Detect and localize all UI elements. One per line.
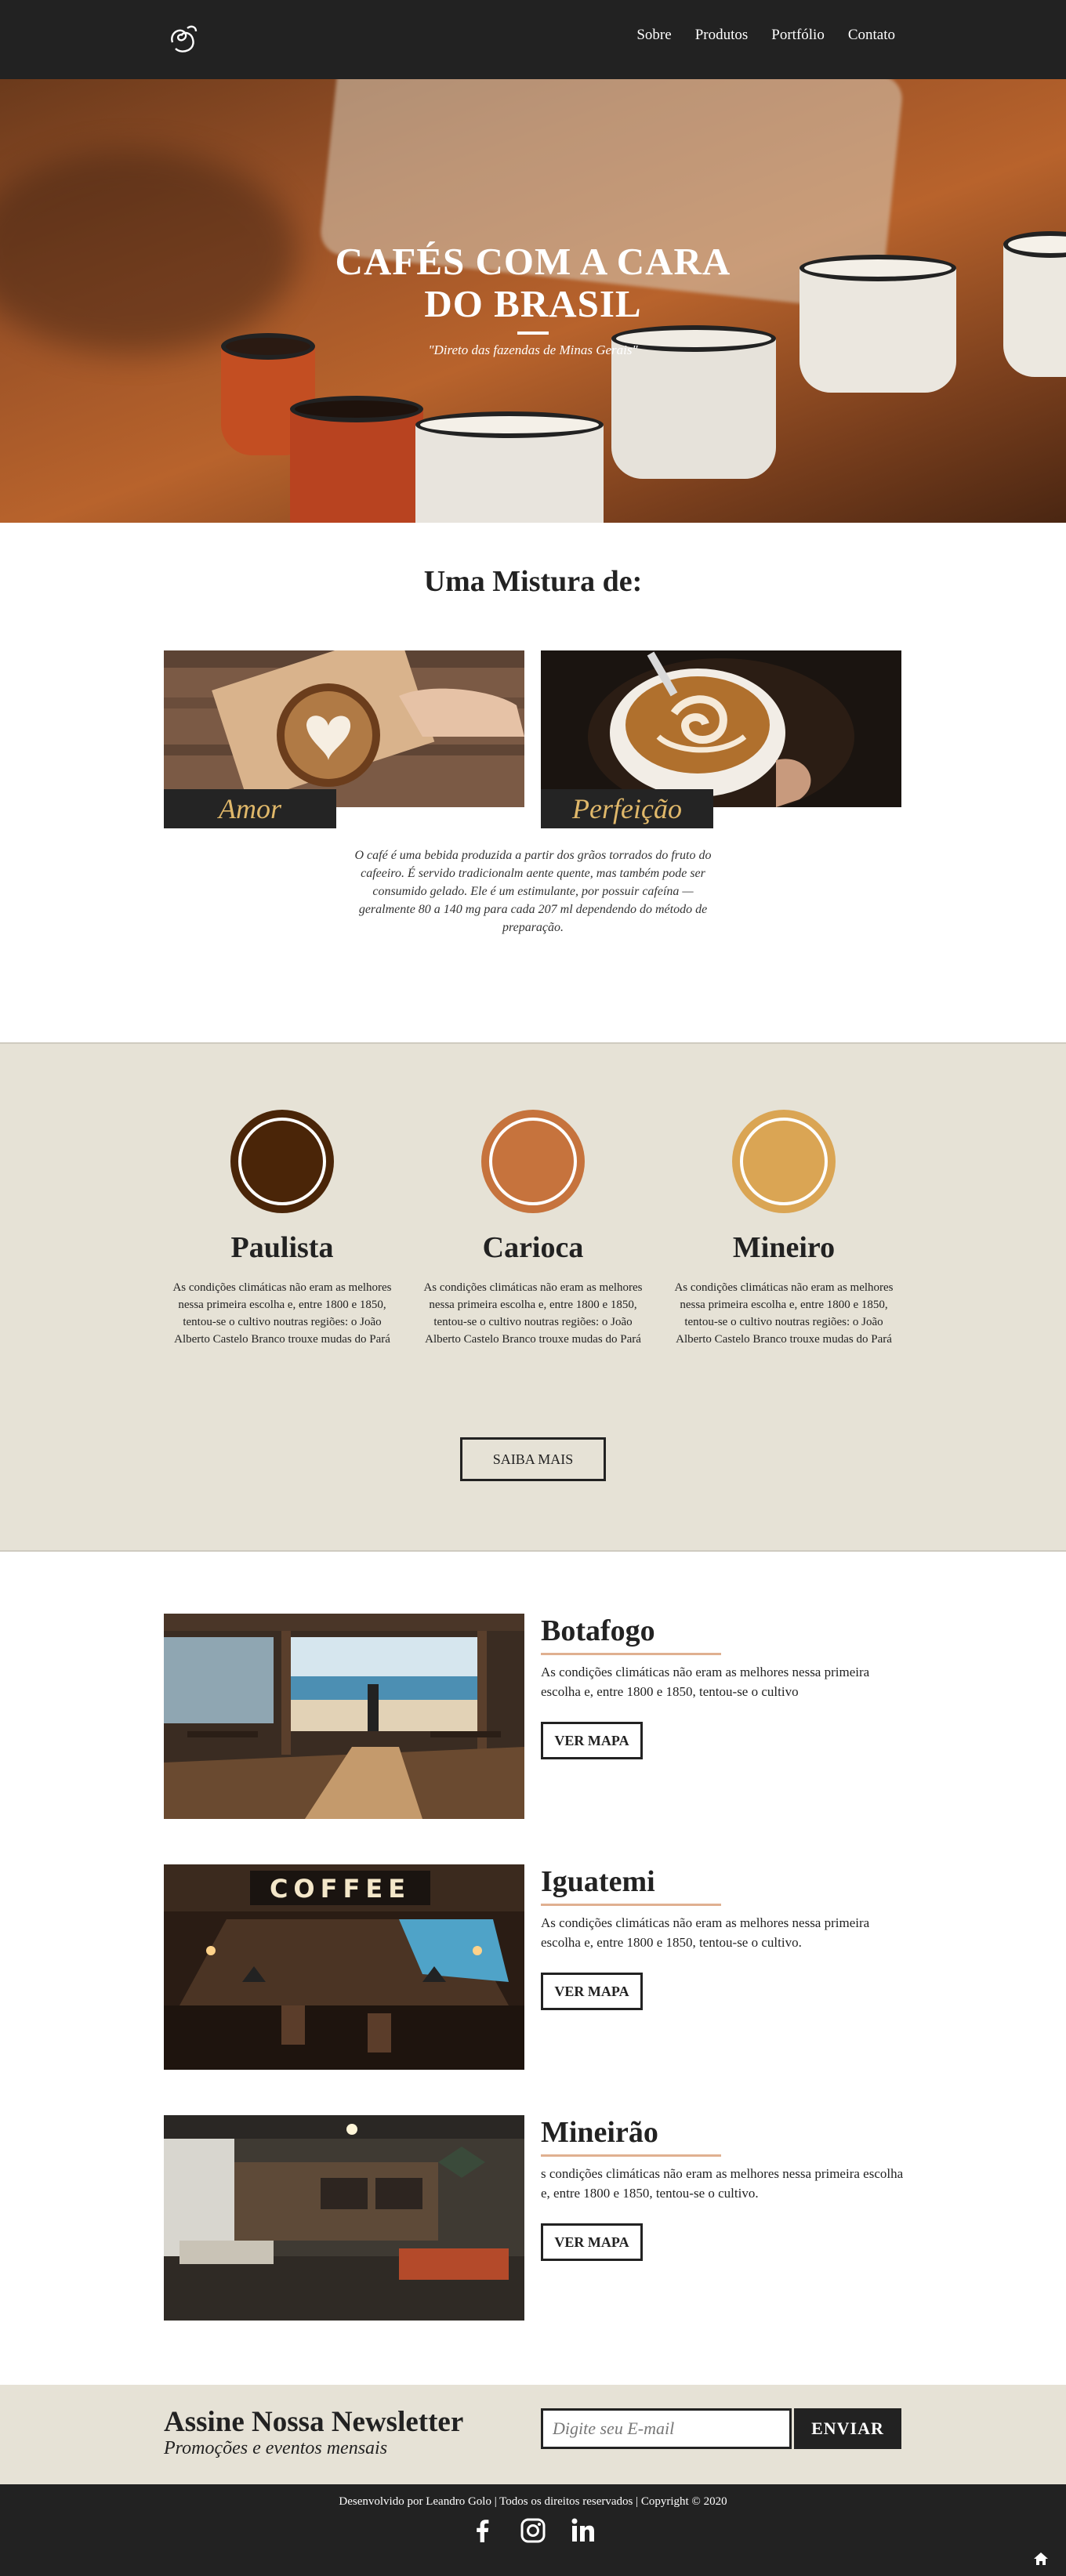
mistura-cards: Amor Perfeição bbox=[0, 629, 1066, 831]
loja-underline-mineirao bbox=[541, 2154, 721, 2157]
loja-underline-iguatemi bbox=[541, 1904, 721, 1906]
mistura-section: Uma Mistura de: Amor Perfeição O café é … bbox=[0, 523, 1066, 1042]
mistura-description: O café é uma bebida produzida a partir d… bbox=[354, 849, 712, 934]
origem-title-carioca: Carioca bbox=[482, 1231, 584, 1264]
mineiro-color-circle bbox=[732, 1110, 836, 1213]
origem-text-carioca: As condições climáticas não eram as melh… bbox=[423, 1281, 643, 1346]
loja-botafogo: Botafogo As condições climáticas não era… bbox=[164, 1614, 902, 1819]
hero-text: CAFÉS COM A CARA DO BRASIL "Direto das f… bbox=[0, 241, 1066, 358]
origem-text-mineiro: As condições climáticas não eram as melh… bbox=[674, 1281, 894, 1346]
coffee-logo-icon[interactable] bbox=[161, 19, 202, 60]
loja-mineirao: Mineirão s condições climáticas não eram… bbox=[164, 2115, 903, 2321]
origem-paulista: Paulista As condições climáticas não era… bbox=[165, 1110, 400, 1348]
top-navbar: Sobre Produtos Portfólio Contato bbox=[0, 0, 1066, 79]
botafogo-cafe-photo bbox=[164, 1614, 524, 1819]
ver-mapa-iguatemi-button[interactable]: VER MAPA bbox=[541, 1973, 643, 2010]
origem-mineiro: Mineiro As condições climáticas não eram… bbox=[666, 1110, 901, 1348]
loja-underline-botafogo bbox=[541, 1653, 721, 1655]
loja-text-mineirao: s condições climáticas não eram as melho… bbox=[541, 2166, 904, 2201]
hero-subtitle: "Direto das fazendas de Minas Gerais" bbox=[428, 342, 638, 357]
enviar-button[interactable]: ENVIAR bbox=[794, 2408, 901, 2449]
newsletter-title: Assine Nossa Newsletter bbox=[164, 2406, 464, 2438]
ver-mapa-botafogo-button[interactable]: VER MAPA bbox=[541, 1722, 643, 1759]
loja-title-iguatemi: Iguatemi bbox=[541, 1865, 655, 1898]
carioca-color-circle bbox=[481, 1110, 585, 1213]
mistura-title: Uma Mistura de: bbox=[423, 565, 643, 598]
origem-carioca: Carioca As condições climáticas não eram… bbox=[415, 1110, 651, 1348]
nav-link-portfolio[interactable]: Portfólio bbox=[771, 27, 825, 44]
newsletter-section: Assine Nossa Newsletter Promoções e even… bbox=[0, 2385, 1066, 2484]
footer-credits: Desenvolvido por Leandro Golo | Todos os… bbox=[339, 2495, 727, 2508]
hero-divider bbox=[517, 332, 549, 335]
loja-iguatemi: COFFEE Iguatemi As condições climáticas … bbox=[164, 1864, 902, 2070]
card-label-perfeicao: Perfeição bbox=[541, 789, 713, 828]
card-amor[interactable]: Amor bbox=[164, 629, 524, 828]
coffee-sign-text: COFFEE bbox=[270, 1874, 411, 1904]
paulista-circle-ring bbox=[238, 1118, 326, 1205]
hero-mug-white-2 bbox=[611, 325, 776, 479]
origem-text-paulista: As condições climáticas não eram as melh… bbox=[172, 1281, 392, 1346]
latte-pour-image bbox=[541, 650, 901, 815]
origens-section: Paulista As condições climáticas não era… bbox=[0, 1042, 1066, 1552]
facebook-icon[interactable] bbox=[468, 2516, 498, 2545]
social-links bbox=[0, 2516, 1066, 2545]
instagram-icon[interactable] bbox=[518, 2516, 548, 2545]
loja-title-mineirao: Mineirão bbox=[541, 2116, 658, 2149]
saiba-mais-button[interactable]: SAIBA MAIS bbox=[460, 1437, 606, 1481]
home-icon[interactable] bbox=[1033, 2552, 1049, 2566]
origem-title-paulista: Paulista bbox=[230, 1231, 334, 1264]
hero-title: CAFÉS COM A CARA DO BRASIL bbox=[335, 240, 731, 325]
mineirao-cafe-photo bbox=[164, 2115, 524, 2321]
latte-art-heart-image bbox=[164, 629, 524, 807]
main-nav: Sobre Produtos Portfólio Contato bbox=[636, 27, 895, 44]
hero-mug-red-front bbox=[290, 396, 423, 523]
paulista-color-circle bbox=[230, 1110, 334, 1213]
loja-text-iguatemi: As condições climáticas não eram as melh… bbox=[541, 1915, 870, 1950]
lojas-section: Botafogo As condições climáticas não era… bbox=[0, 1552, 1066, 2385]
iguatemi-cafe-photo: COFFEE bbox=[164, 1864, 524, 2070]
loja-text-botafogo: As condições climáticas não eram as melh… bbox=[541, 1665, 870, 1699]
nav-link-produtos[interactable]: Produtos bbox=[695, 27, 749, 44]
card-label-amor: Amor bbox=[164, 789, 336, 828]
email-input[interactable] bbox=[541, 2408, 792, 2449]
hero-mug-white-1 bbox=[415, 411, 604, 523]
mineiro-circle-ring bbox=[740, 1118, 828, 1205]
hero-banner: CAFÉS COM A CARA DO BRASIL "Direto das f… bbox=[0, 79, 1066, 523]
ver-mapa-mineirao-button[interactable]: VER MAPA bbox=[541, 2223, 643, 2261]
nav-link-contato[interactable]: Contato bbox=[848, 27, 895, 44]
card-perfeicao[interactable]: Perfeição bbox=[541, 650, 901, 828]
nav-link-sobre[interactable]: Sobre bbox=[636, 27, 671, 44]
newsletter-subtitle: Promoções e eventos mensais bbox=[164, 2438, 388, 2458]
origem-title-mineiro: Mineiro bbox=[732, 1231, 836, 1264]
footer: Desenvolvido por Leandro Golo | Todos os… bbox=[0, 2484, 1066, 2576]
loja-title-botafogo: Botafogo bbox=[541, 1614, 655, 1647]
linkedin-icon[interactable] bbox=[568, 2516, 598, 2545]
carioca-circle-ring bbox=[489, 1118, 577, 1205]
